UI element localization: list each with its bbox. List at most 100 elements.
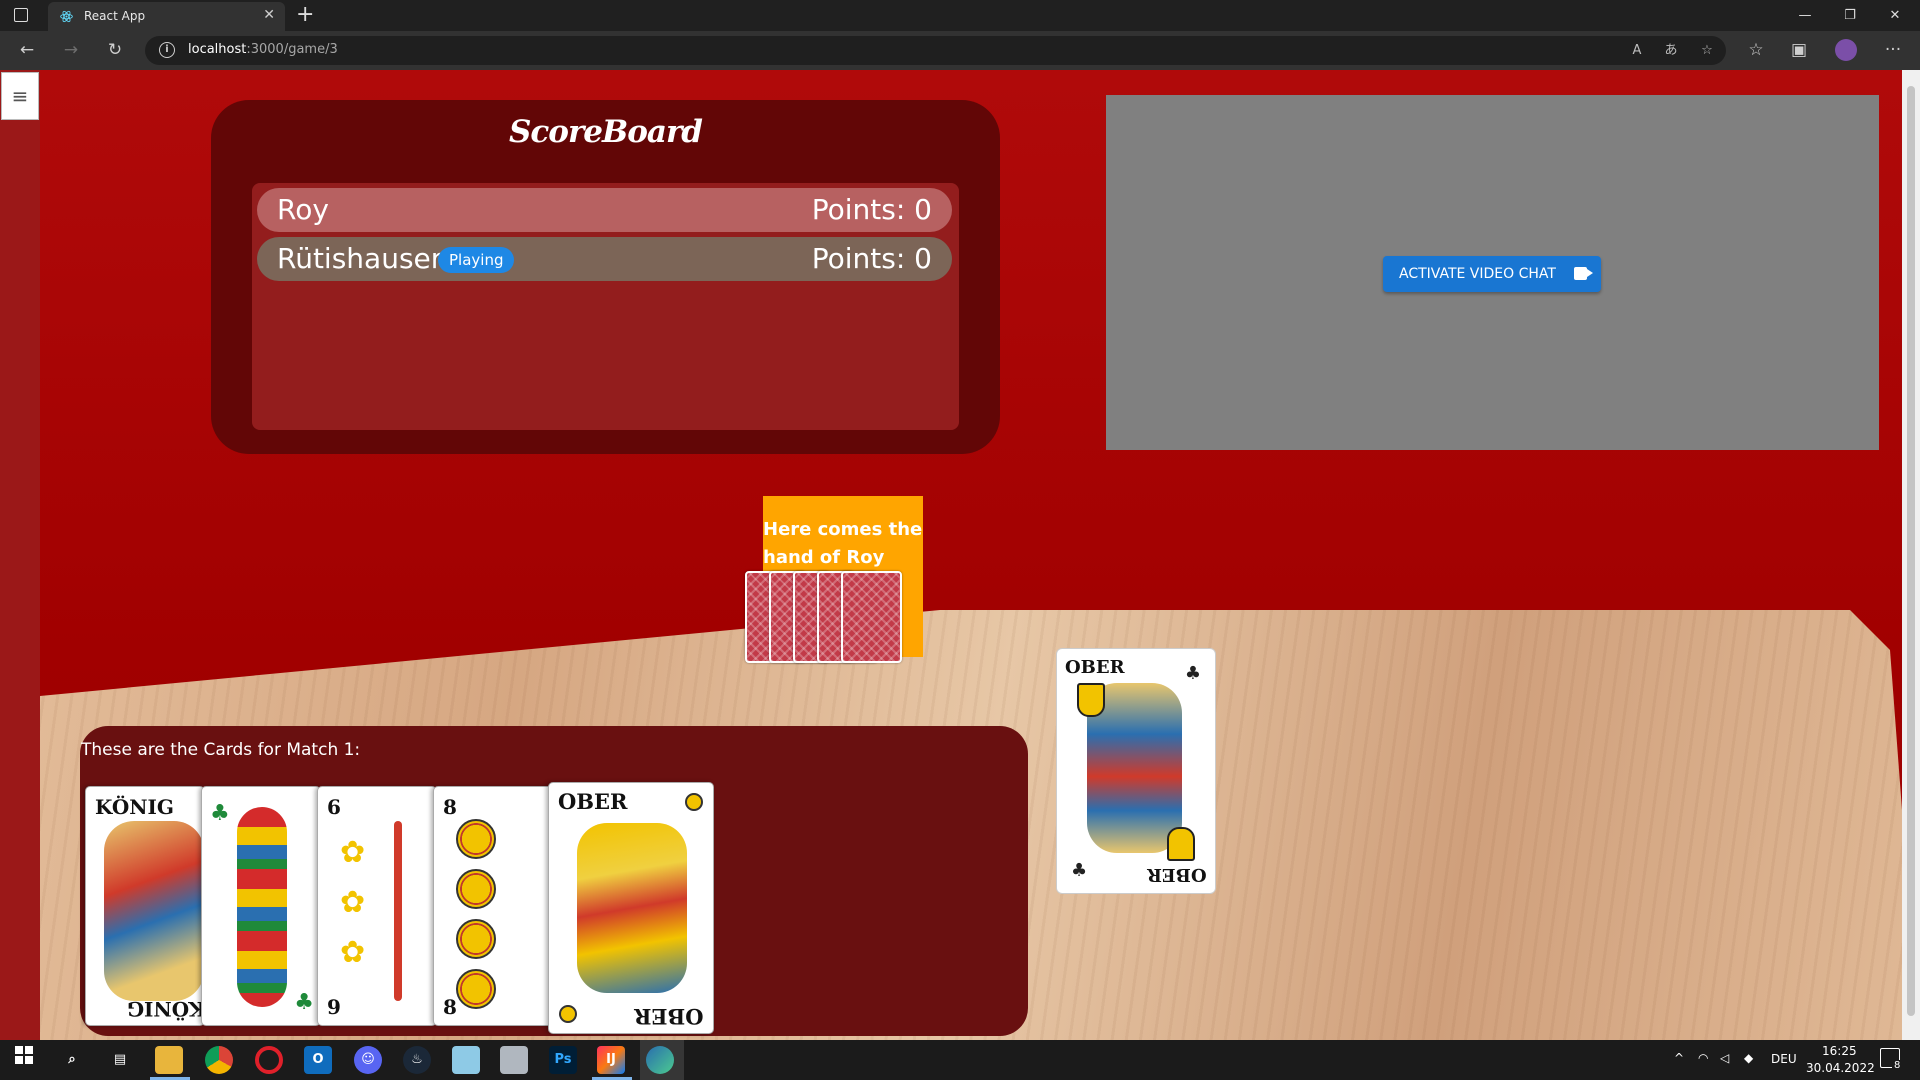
windows-start-icon[interactable] xyxy=(10,1046,38,1074)
collections-icon[interactable]: ▣ xyxy=(1786,37,1812,63)
notepad-icon[interactable] xyxy=(452,1046,480,1074)
active-app-indicator xyxy=(640,1040,684,1080)
read-aloud-icon[interactable]: A xyxy=(1626,40,1648,62)
player-name: Rütishauser xyxy=(277,242,443,275)
hand-card-ober[interactable]: OBER OBER xyxy=(548,782,714,1034)
card-figure xyxy=(237,807,287,1007)
video-chat-panel: ACTIVATE VIDEO CHAT xyxy=(1106,95,1879,450)
notification-count-badge: 8 xyxy=(1892,1060,1903,1071)
scoreboard-title: ScoreBoard xyxy=(509,114,703,150)
rose-suit-icon: ✿ xyxy=(340,835,366,870)
card-figure xyxy=(577,823,687,993)
tab-strip: React App ✕ + — ❐ ✕ xyxy=(0,0,1920,31)
dropbox-icon[interactable]: ◆ xyxy=(1744,1051,1753,1065)
card-rank-label-rotated: OBER xyxy=(1147,864,1207,885)
score-row-roy: Roy Points: 0 xyxy=(257,188,952,232)
browser-toolbar: ← → ↻ i localhost:3000/game/3 A あ ☆ ☆ ▣ … xyxy=(0,31,1920,70)
scoreboard-panel: ScoreBoard Roy Points: 0 Rütishauser Pla… xyxy=(211,100,1000,454)
outlook-icon[interactable]: O xyxy=(304,1046,332,1074)
card-rank-label: OBER xyxy=(1065,657,1125,678)
hand-card-acorn-pattern[interactable]: ♣ ♣ xyxy=(201,786,321,1026)
intellij-icon[interactable]: IJ xyxy=(597,1046,625,1074)
discord-icon[interactable]: ☺ xyxy=(354,1046,382,1074)
scrollbar-thumb[interactable] xyxy=(1907,86,1915,1016)
restore-button[interactable]: ❐ xyxy=(1828,0,1872,31)
clock-time[interactable]: 16:25 xyxy=(1822,1044,1857,1058)
video-chat-button-label: ACTIVATE VIDEO CHAT xyxy=(1399,266,1556,282)
hand-card-rose-6[interactable]: 6 ✿ ✿ ✿ 9 xyxy=(317,786,437,1026)
rose-suit-icon: ✿ xyxy=(340,935,366,970)
player-points: Points: 0 xyxy=(811,193,932,226)
language-indicator[interactable]: DEU xyxy=(1771,1052,1797,1066)
bell-suit-icon xyxy=(456,819,496,859)
bell-suit-icon xyxy=(456,969,496,1009)
video-camera-icon xyxy=(1574,267,1593,280)
file-explorer-icon[interactable] xyxy=(155,1046,183,1074)
tab-title: React App xyxy=(84,9,146,23)
card-rank-label: OBER xyxy=(558,789,628,814)
steam-icon[interactable]: ♨ xyxy=(403,1046,431,1074)
hand-card-bell-8[interactable]: 8 8 xyxy=(433,786,553,1026)
more-menu-icon[interactable]: ··· xyxy=(1880,37,1906,63)
search-icon[interactable]: ⌕ xyxy=(58,1046,86,1074)
photoshop-icon[interactable]: Ps xyxy=(549,1046,577,1074)
activate-video-chat-button[interactable]: ACTIVATE VIDEO CHAT xyxy=(1383,256,1601,292)
site-info-icon[interactable]: i xyxy=(159,42,175,58)
bell-suit-icon xyxy=(685,793,703,811)
opponent-hand-label: Here comes the hand of Roy xyxy=(763,519,923,568)
playing-status-badge: Playing xyxy=(438,247,515,273)
vertical-scrollbar[interactable] xyxy=(1902,70,1920,1040)
app-page: ≡ ScoreBoard Roy Points: 0 Rütishauser P… xyxy=(0,70,1902,1040)
close-window-button[interactable]: ✕ xyxy=(1873,0,1917,31)
back-button[interactable]: ← xyxy=(14,37,40,63)
score-row-rutishauser: Rütishauser Playing Points: 0 xyxy=(257,237,952,281)
shield-icon xyxy=(1167,827,1195,861)
acorn-suit-icon: ♣ xyxy=(1184,663,1201,684)
tray-chevron-icon[interactable]: ^ xyxy=(1674,1051,1684,1065)
volume-icon[interactable]: ◁ xyxy=(1720,1051,1729,1065)
url-host: localhost xyxy=(188,42,247,57)
clock-date[interactable]: 30.04.2022 xyxy=(1806,1061,1875,1075)
chrome-icon[interactable] xyxy=(205,1046,233,1074)
acorn-suit-icon: ♣ xyxy=(294,990,314,1015)
opera-icon[interactable] xyxy=(255,1046,283,1074)
reload-button[interactable]: ↻ xyxy=(102,37,128,63)
hand-card-koenig[interactable]: KÖNIG KÖNIG xyxy=(85,786,205,1026)
card-rank-label-rotated: OBER xyxy=(634,1004,704,1029)
tab-actions-icon[interactable] xyxy=(14,8,28,22)
browser-window-chrome: React App ✕ + — ❐ ✕ ← → ↻ i localhost:30… xyxy=(0,0,1920,70)
favorite-star-icon[interactable]: ☆ xyxy=(1696,40,1718,62)
minimize-button[interactable]: — xyxy=(1783,0,1827,31)
network-icon[interactable]: ◠ xyxy=(1698,1051,1708,1065)
card-figure xyxy=(104,821,204,1001)
windows-taskbar: ⌕ ▤ O ☺ ♨ Ps IJ ^ ◠ ◁ ◆ DEU 16:25 30.04.… xyxy=(0,1040,1920,1080)
acorn-suit-icon: ♣ xyxy=(210,801,230,826)
played-card-ober[interactable]: OBER ♣ ♣ OBER xyxy=(1056,648,1216,894)
card-rank-label: KÖNIG xyxy=(95,795,174,819)
address-bar[interactable]: i localhost:3000/game/3 A あ ☆ xyxy=(145,36,1726,65)
tab-close-icon[interactable]: ✕ xyxy=(263,7,275,23)
task-view-icon[interactable]: ▤ xyxy=(106,1046,134,1074)
bell-suit-icon xyxy=(456,919,496,959)
acorn-suit-icon: ♣ xyxy=(1071,860,1088,881)
translate-icon[interactable]: あ xyxy=(1660,40,1682,62)
card-rank-label-bottom: 9 xyxy=(327,995,341,1019)
bell-suit-icon xyxy=(559,1005,577,1023)
player-name: Roy xyxy=(277,193,329,226)
menu-hamburger-icon[interactable]: ≡ xyxy=(1,72,39,120)
new-tab-button[interactable]: + xyxy=(296,2,314,27)
opponent-card-back xyxy=(841,571,902,663)
card-rank-label: 6 xyxy=(327,795,341,819)
app-window-icon[interactable] xyxy=(500,1046,528,1074)
favorites-icon[interactable]: ☆ xyxy=(1743,37,1769,63)
bell-suit-icon xyxy=(456,869,496,909)
profile-avatar[interactable] xyxy=(1835,39,1857,61)
forward-button[interactable]: → xyxy=(58,37,84,63)
scoreboard-list: Roy Points: 0 Rütishauser Playing Points… xyxy=(252,183,959,430)
shield-icon xyxy=(1077,683,1105,717)
card-rank-label-rotated: KÖNIG xyxy=(127,997,205,1021)
tab-react-app[interactable]: React App ✕ xyxy=(48,2,285,31)
url-path: :3000/game/3 xyxy=(246,42,338,57)
drawer-strip: ≡ xyxy=(0,70,40,1040)
url-text[interactable]: localhost:3000/game/3 xyxy=(188,42,338,57)
